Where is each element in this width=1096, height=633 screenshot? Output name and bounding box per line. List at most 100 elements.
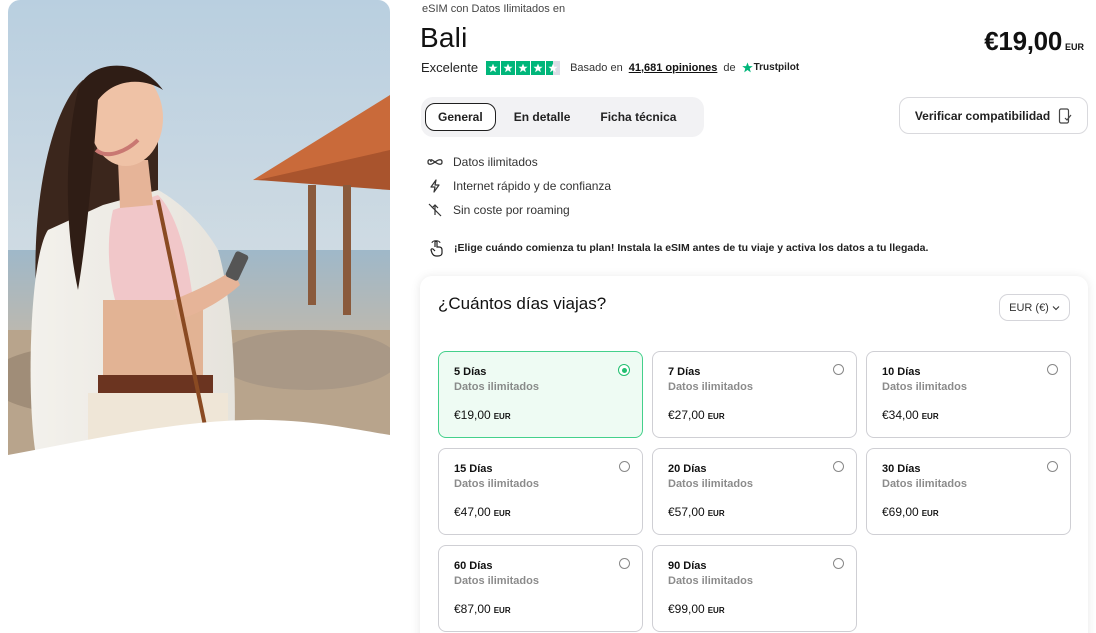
price-amount: €19,00: [984, 26, 1062, 56]
plan-price-amount: €19,00: [454, 408, 491, 422]
plan-data: Datos ilimitados: [668, 478, 753, 490]
plan-option-7-dias[interactable]: 7 Días Datos ilimitados €27,00 EUR: [652, 351, 857, 438]
activation-note: ¡Elige cuándo comienza tu plan! Instala …: [428, 239, 928, 257]
radio-unselected[interactable]: [1047, 364, 1058, 375]
plan-price: €47,00 EUR: [454, 505, 511, 519]
plan-days: 5 Días: [454, 366, 487, 378]
star-icon: [531, 60, 546, 75]
rating-stars: [486, 60, 561, 75]
plan-price-currency: EUR: [921, 412, 939, 421]
trustpilot-star-icon: [741, 62, 753, 73]
rating-de: de: [723, 61, 736, 74]
radio-unselected[interactable]: [833, 364, 844, 375]
feature-label: Internet rápido y de confianza: [453, 179, 612, 193]
star-icon: [501, 60, 516, 75]
plans-title: ¿Cuántos días viajas?: [438, 294, 607, 313]
product-price: €19,00 EUR: [984, 26, 1084, 57]
plan-price: €69,00 EUR: [882, 505, 939, 519]
plan-price: €57,00 EUR: [668, 505, 725, 519]
info-tabs: General En detalle Ficha técnica: [421, 97, 704, 137]
plan-price-currency: EUR: [707, 412, 725, 421]
plan-price-currency: EUR: [493, 412, 511, 421]
plan-price-currency: EUR: [493, 509, 511, 518]
reviews-link[interactable]: 41,681 opiniones: [629, 62, 718, 74]
plan-price-amount: €87,00: [454, 602, 491, 616]
page-title: Bali: [420, 22, 468, 53]
rating-based-on: Basado en: [570, 61, 623, 74]
radio-unselected[interactable]: [619, 461, 630, 472]
phone-check-icon: [1059, 107, 1072, 124]
plan-price: €99,00 EUR: [668, 602, 725, 616]
plan-price: €34,00 EUR: [882, 408, 939, 422]
plan-price-currency: EUR: [707, 606, 725, 615]
plan-option-15-dias[interactable]: 15 Días Datos ilimitados €47,00 EUR: [438, 448, 643, 535]
feature-item: Sin coste por roaming: [427, 198, 611, 222]
plan-data: Datos ilimitados: [668, 381, 753, 393]
plan-price: €87,00 EUR: [454, 602, 511, 616]
radio-unselected[interactable]: [833, 461, 844, 472]
tab-en-detalle[interactable]: En detalle: [502, 103, 583, 131]
plan-days: 7 Días: [668, 366, 701, 378]
plan-data: Datos ilimitados: [454, 478, 539, 490]
plan-selector-card: ¿Cuántos días viajas? EUR (€) 5 Días Dat…: [420, 276, 1088, 633]
plan-days: 20 Días: [668, 463, 707, 475]
price-currency: EUR: [1064, 42, 1084, 52]
plan-option-60-dias[interactable]: 60 Días Datos ilimitados €87,00 EUR: [438, 545, 643, 632]
plan-price-amount: €34,00: [882, 408, 919, 422]
plan-days: 30 Días: [882, 463, 921, 475]
radio-unselected[interactable]: [833, 558, 844, 569]
currency-select[interactable]: EUR (€): [999, 294, 1070, 321]
tab-general[interactable]: General: [425, 103, 496, 131]
feature-label: Datos ilimitados: [453, 155, 538, 169]
feature-label: Sin coste por roaming: [453, 203, 570, 217]
radio-unselected[interactable]: [1047, 461, 1058, 472]
plan-price-currency: EUR: [921, 509, 939, 518]
verify-compatibility-button[interactable]: Verificar compatibilidad: [899, 97, 1088, 134]
plan-grid: 5 Días Datos ilimitados €19,00 EUR 7 Días…: [438, 351, 1071, 632]
plan-days: 90 Días: [668, 560, 707, 572]
tap-hand-icon: [430, 240, 443, 257]
product-kicker: eSIM con Datos Ilimitados en: [422, 3, 566, 15]
feature-list: Datos ilimitados Internet rápido y de co…: [427, 150, 611, 222]
plan-days: 60 Días: [454, 560, 493, 572]
plan-price: €19,00 EUR: [454, 408, 511, 422]
trustpilot-logo: Trustpilot: [741, 62, 800, 73]
feature-item: Datos ilimitados: [427, 150, 611, 174]
plan-price: €27,00 EUR: [668, 408, 725, 422]
plan-data: Datos ilimitados: [882, 381, 967, 393]
plan-data: Datos ilimitados: [668, 575, 753, 587]
hero-image: [8, 0, 390, 465]
trustpilot-name: Trustpilot: [753, 62, 800, 73]
feature-item: Internet rápido y de confianza: [427, 174, 611, 198]
plan-data: Datos ilimitados: [454, 575, 539, 587]
plan-option-10-dias[interactable]: 10 Días Datos ilimitados €34,00 EUR: [866, 351, 1071, 438]
plan-price-amount: €47,00: [454, 505, 491, 519]
plan-price-amount: €27,00: [668, 408, 705, 422]
plan-days: 10 Días: [882, 366, 921, 378]
plan-price-amount: €99,00: [668, 602, 705, 616]
plan-option-5-dias[interactable]: 5 Días Datos ilimitados €19,00 EUR: [438, 351, 643, 438]
no-roaming-icon: [427, 203, 443, 217]
plan-option-90-dias[interactable]: 90 Días Datos ilimitados €99,00 EUR: [652, 545, 857, 632]
plan-data: Datos ilimitados: [882, 478, 967, 490]
activation-note-text: ¡Elige cuándo comienza tu plan! Instala …: [454, 242, 929, 254]
radio-selected[interactable]: [618, 364, 630, 376]
radio-unselected[interactable]: [619, 558, 630, 569]
plan-price-amount: €69,00: [882, 505, 919, 519]
rating-label: Excelente: [421, 60, 479, 75]
star-icon: [486, 60, 501, 75]
verify-label: Verificar compatibilidad: [914, 108, 1051, 123]
half-star-icon: [546, 60, 561, 75]
plan-option-20-dias[interactable]: 20 Días Datos ilimitados €57,00 EUR: [652, 448, 857, 535]
plan-price-currency: EUR: [493, 606, 511, 615]
star-icon: [516, 60, 531, 75]
currency-select-value: EUR (€): [1009, 301, 1049, 314]
lightning-icon: [427, 179, 443, 193]
trustpilot-rating: Excelente Basado en 41,681 opiniones de …: [421, 60, 799, 75]
plan-days: 15 Días: [454, 463, 493, 475]
plan-price-amount: €57,00: [668, 505, 705, 519]
chevron-down-icon: [1052, 305, 1060, 310]
tab-ficha-tecnica[interactable]: Ficha técnica: [588, 103, 688, 131]
plan-data: Datos ilimitados: [454, 381, 539, 393]
plan-option-30-dias[interactable]: 30 Días Datos ilimitados €69,00 EUR: [866, 448, 1071, 535]
